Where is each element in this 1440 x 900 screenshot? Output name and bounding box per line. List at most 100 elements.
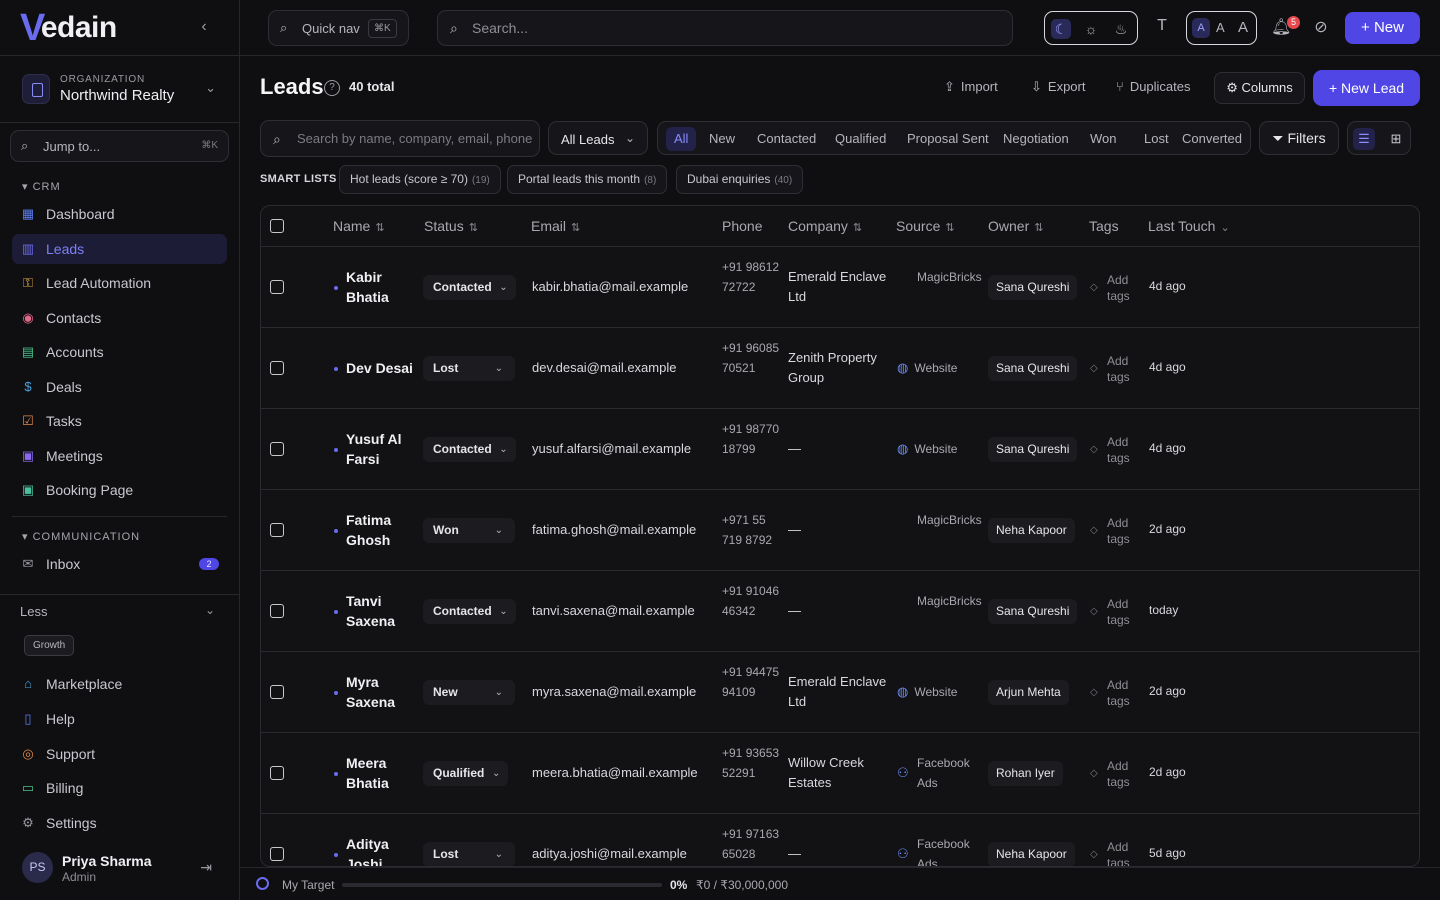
sidebar-item-marketplace[interactable]: ⌂ Marketplace <box>12 669 227 699</box>
user-profile[interactable]: PS Priya Sharma Admin ⇥ <box>22 852 218 884</box>
filters-button[interactable]: ⏷ Filters <box>1259 121 1339 155</box>
less-toggle[interactable]: Less <box>20 604 47 619</box>
view-select[interactable]: All Leads ⌄ <box>548 121 648 155</box>
lead-email[interactable]: yusuf.alfarsi@mail.example <box>532 441 691 456</box>
row-checkbox[interactable] <box>270 442 284 456</box>
status-select[interactable]: New ⌄ <box>423 680 515 705</box>
row-checkbox[interactable] <box>270 604 284 618</box>
tab-won[interactable]: Won <box>1082 127 1125 151</box>
columns-button[interactable]: ⚙ Columns <box>1214 72 1305 104</box>
owner-select[interactable]: Neha Kapoor <box>988 518 1075 543</box>
lead-email[interactable]: myra.saxena@mail.example <box>532 684 696 699</box>
owner-select[interactable]: Sana Qureshi <box>988 599 1078 624</box>
add-tags-button[interactable]: Add tags <box>1107 272 1137 304</box>
owner-select[interactable]: Rohan Iyer <box>988 761 1063 786</box>
lead-name[interactable]: Tanvi Saxena <box>346 591 426 631</box>
tab-lost[interactable]: Lost <box>1136 127 1177 151</box>
lead-email[interactable]: meera.bhatia@mail.example <box>532 765 698 780</box>
lead-name[interactable]: Aditya Joshi <box>346 834 426 866</box>
sidebar-item-contacts[interactable]: ◉ Contacts <box>12 303 227 333</box>
grid-view-icon[interactable]: ⊞ <box>1385 128 1407 150</box>
row-checkbox[interactable] <box>270 523 284 537</box>
tab-qualified[interactable]: Qualified <box>827 127 894 151</box>
sidebar-item-accounts[interactable]: ▤ Accounts <box>12 337 227 367</box>
tab-all[interactable]: All <box>666 127 697 151</box>
smart-list-chip[interactable]: Portal leads this month (8) <box>507 165 668 194</box>
new-lead-button[interactable]: + New Lead <box>1313 70 1420 106</box>
row-checkbox[interactable] <box>270 685 284 699</box>
add-tags-button[interactable]: Add tags <box>1107 839 1137 866</box>
sidebar-item-lead-automation[interactable]: ⚿ Lead Automation <box>12 268 227 298</box>
owner-select[interactable]: Neha Kapoor <box>988 842 1075 866</box>
table-row[interactable]: Yusuf Al Farsi Contacted ⌄ yusuf.alfarsi@ma… <box>261 409 1419 490</box>
sidebar-item-meetings[interactable]: ▣ Meetings <box>12 441 227 471</box>
smart-list-chip[interactable]: Dubai enquiries (40) <box>676 165 804 194</box>
typography-icon[interactable]: T <box>1152 17 1172 39</box>
sidebar-item-tasks[interactable]: ☑ Tasks <box>12 406 227 436</box>
tab-negotiation[interactable]: Negotiation <box>995 127 1077 151</box>
row-checkbox[interactable] <box>270 280 284 294</box>
select-all-checkbox[interactable] <box>270 219 284 233</box>
column-header-phone[interactable]: Phone <box>722 218 762 234</box>
status-select[interactable]: Qualified ⌄ <box>423 761 509 786</box>
lead-email[interactable]: aditya.joshi@mail.example <box>532 846 687 861</box>
sidebar-item-leads[interactable]: ▥ Leads <box>12 233 227 264</box>
status-select[interactable]: Lost ⌄ <box>423 842 515 866</box>
row-checkbox[interactable] <box>270 361 284 375</box>
collapse-sidebar-icon[interactable]: ‹ <box>196 18 212 38</box>
export-button[interactable]: ⇩ Export <box>1031 79 1085 95</box>
font-size-large[interactable]: A <box>1238 19 1248 36</box>
add-tags-button[interactable]: Add tags <box>1107 515 1137 547</box>
organization-switcher[interactable]: ORGANIZATION Northwind Realty ⌄ <box>22 74 218 106</box>
sidebar-item-billing[interactable]: ▭ Billing <box>12 773 227 803</box>
row-checkbox[interactable] <box>270 847 284 861</box>
lead-name[interactable]: Fatima Ghosh <box>346 510 426 550</box>
table-row[interactable]: Dev Desai Lost ⌄ dev.desai@mail.example +91 … <box>261 328 1419 409</box>
add-tags-button[interactable]: Add tags <box>1107 677 1137 709</box>
lead-name[interactable]: Yusuf Al Farsi <box>346 429 426 469</box>
sun-icon[interactable]: ☼ <box>1081 19 1101 39</box>
list-view-icon[interactable]: ☰ <box>1353 128 1375 150</box>
sidebar-item-dashboard[interactable]: ▦ Dashboard <box>12 199 227 229</box>
font-size-medium[interactable]: A <box>1216 20 1225 35</box>
owner-select[interactable]: Sana Qureshi <box>988 356 1078 381</box>
table-row[interactable]: Aditya Joshi Lost ⌄ aditya.joshi@mail.examp… <box>261 814 1419 866</box>
flame-icon[interactable]: ♨ <box>1111 19 1131 39</box>
chevron-down-icon[interactable]: ⌄ <box>205 603 215 617</box>
column-header-source[interactable]: Source ⇅ <box>896 218 955 234</box>
status-select[interactable]: Contacted ⌄ <box>423 275 516 300</box>
add-tags-button[interactable]: Add tags <box>1107 596 1137 628</box>
tab-converted[interactable]: Converted <box>1174 127 1250 151</box>
moon-icon[interactable]: ☾ <box>1051 19 1071 39</box>
column-header-status[interactable]: Status ⇅ <box>424 218 478 234</box>
tab-proposal-sent[interactable]: Proposal Sent <box>899 127 997 151</box>
table-row[interactable]: Myra Saxena New ⌄ myra.saxena@mail.example +… <box>261 652 1419 733</box>
sidebar-item-inbox[interactable]: ✉ Inbox 2 <box>12 549 227 579</box>
growth-badge[interactable]: Growth <box>24 635 75 656</box>
owner-select[interactable]: Sana Qureshi <box>988 275 1078 300</box>
owner-select[interactable]: Arjun Mehta <box>988 680 1069 705</box>
global-search-input[interactable] <box>472 11 992 45</box>
sidebar-item-help[interactable]: ▯ Help <box>12 704 227 734</box>
table-row[interactable]: Meera Bhatia Qualified ⌄ meera.bhatia@mail.… <box>261 733 1419 814</box>
bell-off-icon[interactable]: ⊘ <box>1311 17 1331 39</box>
add-tags-button[interactable]: Add tags <box>1107 758 1137 790</box>
column-header-email[interactable]: Email ⇅ <box>531 218 580 234</box>
import-button[interactable]: ⇪ Import <box>944 79 998 95</box>
smart-list-chip[interactable]: Hot leads (score ≥ 70) (19) <box>339 165 501 194</box>
owner-select[interactable]: Sana Qureshi <box>988 437 1078 462</box>
row-checkbox[interactable] <box>270 766 284 780</box>
table-row[interactable]: Tanvi Saxena Contacted ⌄ tanvi.saxena@mail.… <box>261 571 1419 652</box>
jump-to-input[interactable]: ⌕ Jump to... ⌘K <box>10 130 229 162</box>
font-size-small[interactable]: A <box>1192 18 1210 38</box>
sidebar-item-settings[interactable]: ⚙ Settings <box>12 808 227 838</box>
new-button[interactable]: + New <box>1345 12 1420 44</box>
logout-icon[interactable]: ⇥ <box>200 859 212 876</box>
table-row[interactable]: Kabir Bhatia Contacted ⌄ kabir.bhatia@mail.… <box>261 247 1419 328</box>
add-tags-button[interactable]: Add tags <box>1107 353 1137 385</box>
table-row[interactable]: Fatima Ghosh Won ⌄ fatima.ghosh@mail.exampl… <box>261 490 1419 571</box>
lead-email[interactable]: tanvi.saxena@mail.example <box>532 603 695 618</box>
status-select[interactable]: Contacted ⌄ <box>423 599 516 624</box>
lead-name[interactable]: Kabir Bhatia <box>346 267 426 307</box>
sidebar-item-booking-page[interactable]: ▣ Booking Page <box>12 475 227 505</box>
